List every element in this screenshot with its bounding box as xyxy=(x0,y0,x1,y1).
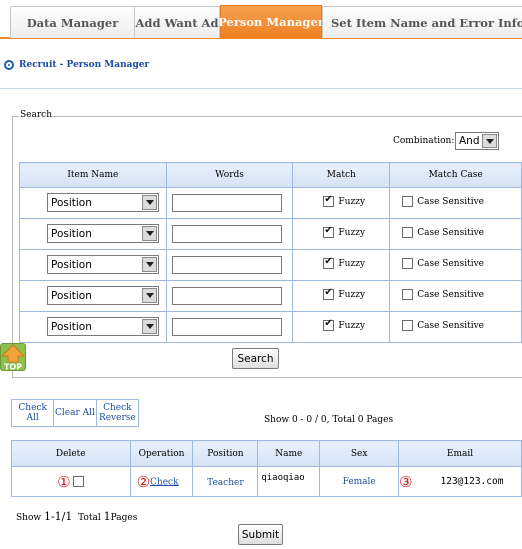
case-sensitive-label: Case Sensitive xyxy=(417,320,484,331)
case-sensitive-checkbox[interactable] xyxy=(402,258,414,269)
tab-set-item-name[interactable]: Set Item Name and Error Information xyxy=(322,6,522,38)
fuzzy-checkbox[interactable] xyxy=(323,225,335,238)
check-reverse-button[interactable]: Check Reverse xyxy=(97,400,138,426)
divider xyxy=(0,88,522,89)
chevron-down-icon xyxy=(142,257,157,272)
search-legend: Search xyxy=(19,110,53,120)
chevron-down-icon xyxy=(142,288,157,303)
column-header: Delete xyxy=(11,440,131,467)
marker-1: ① xyxy=(57,472,71,491)
breadcrumb-text: Recruit - Person Manager xyxy=(19,60,150,70)
fuzzy-label: Fuzzy xyxy=(338,289,366,300)
fuzzy-checkbox[interactable] xyxy=(323,318,335,331)
case-sensitive-checkbox[interactable] xyxy=(402,227,414,238)
tab-data-manager[interactable]: Data Manager xyxy=(10,6,135,38)
fuzzy-checkbox[interactable] xyxy=(323,194,335,207)
pager-prefix: Show xyxy=(16,513,42,523)
column-header: Operation xyxy=(129,440,194,467)
words-input[interactable] xyxy=(171,194,282,212)
search-row: Position Fuzzy Case Sensitive xyxy=(19,311,522,343)
search-row: Position Fuzzy Case Sensitive xyxy=(19,187,522,219)
column-header: Name xyxy=(257,440,321,467)
pager: Show 1-1/1 Total 1Pages xyxy=(16,510,137,523)
chevron-down-icon xyxy=(142,226,157,241)
bulk-actions: Check All Clear All Check Reverse xyxy=(11,399,139,427)
pager-total-prefix: Total xyxy=(78,513,101,523)
delete-checkbox[interactable] xyxy=(73,476,85,487)
column-header: Position xyxy=(192,440,259,467)
pager-total-pages: 1 xyxy=(103,510,111,523)
combination-label: Combination: xyxy=(393,136,455,146)
item-name-select[interactable]: Position xyxy=(47,255,159,274)
tab-bar: Data Manager Add Want Ad Person Manager … xyxy=(0,0,522,39)
search-row: Position Fuzzy Case Sensitive xyxy=(19,249,522,281)
item-name-select[interactable]: Position xyxy=(47,224,159,243)
case-sensitive-label: Case Sensitive xyxy=(417,196,484,207)
check-all-button[interactable]: Check All xyxy=(12,400,55,426)
fuzzy-label: Fuzzy xyxy=(338,320,366,331)
column-header: Match xyxy=(292,162,391,188)
item-name-select[interactable]: Position xyxy=(47,193,159,212)
tab-person-manager[interactable]: Person Manager xyxy=(218,5,324,38)
chevron-down-icon xyxy=(142,195,157,210)
item-name-value: Position xyxy=(51,320,92,333)
search-criteria-table: Item Name Words Match Match Case Positio… xyxy=(19,162,522,343)
case-sensitive-label: Case Sensitive xyxy=(417,227,484,238)
combination-select[interactable]: And xyxy=(455,132,499,150)
item-name-value: Position xyxy=(51,196,92,209)
chevron-down-icon xyxy=(482,134,497,148)
fuzzy-checkbox[interactable] xyxy=(323,287,335,300)
words-input[interactable] xyxy=(171,318,282,336)
case-sensitive-checkbox[interactable] xyxy=(402,196,414,207)
tab-add-want-ad[interactable]: Add Want Ad xyxy=(134,6,220,38)
column-header: Match Case xyxy=(389,162,522,188)
sex-cell: Female xyxy=(319,466,400,497)
email-cell: 123@123.com xyxy=(440,476,504,487)
marker-3: ③ xyxy=(399,472,413,491)
column-header: Sex xyxy=(319,440,400,467)
search-row: Position Fuzzy Case Sensitive xyxy=(19,280,522,312)
item-name-select[interactable]: Position xyxy=(47,286,159,305)
words-input[interactable] xyxy=(171,287,282,305)
fuzzy-label: Fuzzy xyxy=(338,258,366,269)
fuzzy-checkbox[interactable] xyxy=(323,256,335,269)
item-name-value: Position xyxy=(51,258,92,271)
clear-all-button[interactable]: Clear All xyxy=(54,400,97,426)
marker-2: ② xyxy=(136,472,151,491)
name-cell: qiaoqiao xyxy=(257,466,321,497)
words-input[interactable] xyxy=(171,256,282,274)
case-sensitive-checkbox[interactable] xyxy=(402,320,414,331)
radio-bullet-icon xyxy=(4,60,14,70)
pager-suffix: Pages xyxy=(110,513,138,523)
table-row: ① ②Check Teacher qiaoqiao Female ③ 123@12… xyxy=(11,466,522,497)
item-name-value: Position xyxy=(51,227,92,240)
item-name-value: Position xyxy=(51,289,92,302)
results-table: Delete Operation Position Name Sex Email… xyxy=(11,440,522,497)
column-header: Item Name xyxy=(19,162,167,188)
case-sensitive-label: Case Sensitive xyxy=(417,289,484,300)
pager-range: 1-1/1 xyxy=(43,510,73,523)
fuzzy-label: Fuzzy xyxy=(338,227,366,238)
words-input[interactable] xyxy=(171,225,282,243)
breadcrumb: Recruit - Person Manager xyxy=(4,60,149,70)
search-button[interactable]: Search xyxy=(232,348,279,369)
back-to-top-label: TOP xyxy=(4,363,22,372)
position-cell: Teacher xyxy=(192,466,259,497)
item-name-select[interactable]: Position xyxy=(47,317,159,336)
search-row: Position Fuzzy Case Sensitive xyxy=(19,218,522,250)
case-sensitive-label: Case Sensitive xyxy=(417,258,484,269)
column-header: Email xyxy=(398,440,522,467)
fuzzy-label: Fuzzy xyxy=(338,196,366,207)
case-sensitive-checkbox[interactable] xyxy=(402,289,414,300)
combination-value: And xyxy=(459,135,480,147)
submit-button[interactable]: Submit xyxy=(238,524,283,545)
column-header: Words xyxy=(165,162,294,188)
back-to-top-icon[interactable]: TOP xyxy=(0,343,26,371)
chevron-down-icon xyxy=(142,319,157,334)
showing-summary: Show 0 - 0 / 0, Total 0 Pages xyxy=(264,415,394,425)
check-link[interactable]: Check xyxy=(150,477,179,487)
